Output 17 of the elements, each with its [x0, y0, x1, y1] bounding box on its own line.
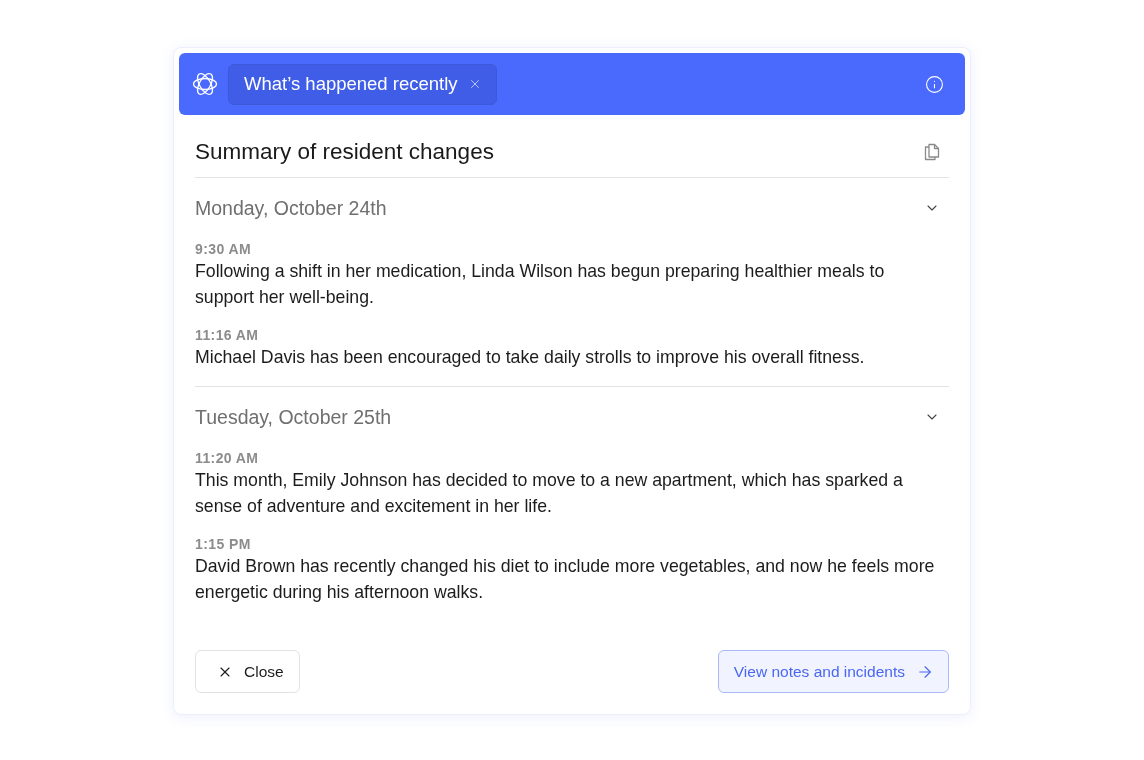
view-notes-button[interactable]: View notes and incidents: [717, 650, 949, 693]
chip-label: What’s happened recently: [244, 72, 458, 97]
copy-icon[interactable]: [924, 143, 940, 161]
entry-text: David Brown has recently changed his diet to include more vegetables, and now he feels more energetic during his afternoon walks.: [195, 555, 936, 604]
info-icon[interactable]: [925, 74, 944, 94]
logo-icon: [192, 71, 218, 97]
entry-text: This month, Emily Johnson has decided to move to a new apartment, which has sparked a sense of adventure and excitement in her life.: [195, 469, 904, 518]
entry-time: 9:30 AM: [195, 241, 252, 257]
entry-text: Michael Davis has been encouraged to take daily strolls to improve his overall fitness.: [195, 346, 866, 369]
close-button[interactable]: Close: [195, 650, 300, 693]
date-heading: Tuesday, October 25th: [195, 405, 392, 429]
entry-text: Following a shift in her medication, Linda Wilson has begun preparing healthier meals to support her well-being.: [195, 260, 886, 309]
entry-time: 11:16 AM: [195, 327, 260, 343]
panel-title: Summary of resident changes: [195, 138, 494, 166]
date-heading: Monday, October 24th: [195, 196, 387, 220]
entry-time: 1:15 PM: [195, 536, 252, 552]
entry-time: 11:20 AM: [195, 450, 260, 466]
